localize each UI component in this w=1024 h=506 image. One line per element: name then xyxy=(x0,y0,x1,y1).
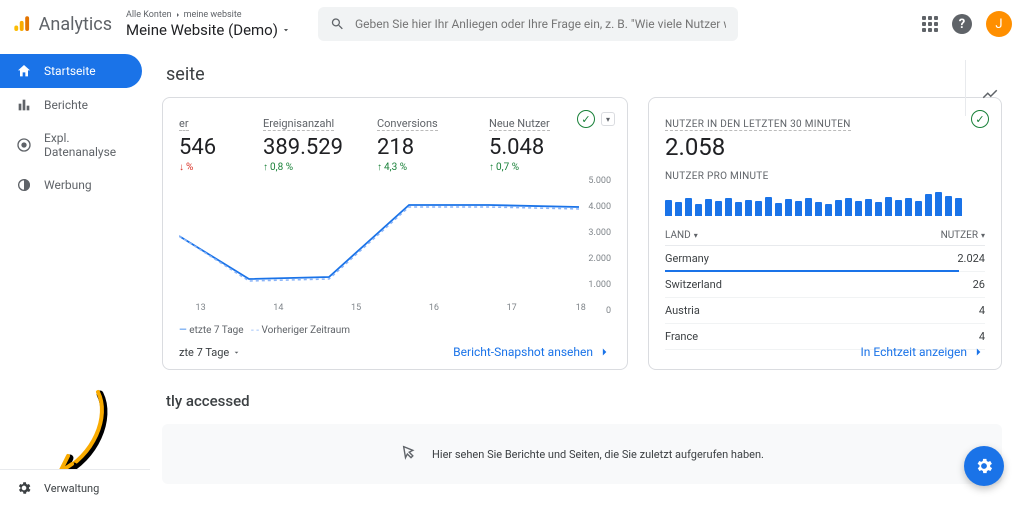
metric-events[interactable]: Ereignisanzahl 389.529 ↑0,8 % xyxy=(263,112,343,173)
realtime-users-value: 2.058 xyxy=(665,133,985,161)
search-input[interactable] xyxy=(355,17,726,31)
sidebar-item-explore[interactable]: Expl. Datenanalyse xyxy=(0,122,142,168)
product-name: Analytics xyxy=(39,14,112,35)
sidebar-item-label: Expl. Datenanalyse xyxy=(44,131,126,159)
table-row[interactable]: Switzerland26 xyxy=(665,272,985,298)
table-row[interactable]: Germany2.024 xyxy=(665,246,985,272)
gear-sparkle-icon xyxy=(974,456,994,476)
realtime-table-header: LAND ▾ NUTZER ▾ xyxy=(665,230,985,246)
megaphone-icon xyxy=(16,177,32,193)
sidebar-item-label: Startseite xyxy=(44,64,96,78)
recently-accessed-title: tly accessed xyxy=(166,392,1002,410)
page-title: seite xyxy=(166,64,1002,85)
search-icon xyxy=(330,16,345,32)
insights-fab[interactable] xyxy=(964,446,1004,486)
overview-card: ✓ ▾ er 546 ↓% Ereignisanzahl 389.529 ↑0,… xyxy=(162,97,628,370)
col-users[interactable]: NUTZER ▾ xyxy=(941,230,985,241)
sidebar-item-advertising[interactable]: Werbung xyxy=(0,168,142,202)
check-icon: ✓ xyxy=(971,110,989,128)
recently-accessed-empty: Hier sehen Sie Berichte und Seiten, die … xyxy=(162,424,1002,484)
chevron-down-icon xyxy=(232,348,241,357)
view-realtime-link[interactable]: In Echtzeit anzeigen xyxy=(861,345,985,359)
metric-users[interactable]: er 546 ↓% xyxy=(179,112,229,173)
sidebar-item-label: Werbung xyxy=(44,178,92,192)
sidebar-item-label: Verwaltung xyxy=(44,482,99,495)
metric-new-users[interactable]: Neue Nutzer 5.048 ↑0,7 % xyxy=(489,112,567,173)
arrow-right-icon xyxy=(971,345,985,359)
arrow-right-icon xyxy=(597,345,611,359)
gear-icon xyxy=(16,480,32,496)
analytics-logo-icon xyxy=(12,13,31,35)
realtime-permin-label: NUTZER PRO MINUTE xyxy=(665,171,985,182)
explore-icon xyxy=(16,137,32,153)
sidebar-item-admin[interactable]: Verwaltung xyxy=(0,469,150,506)
check-icon: ✓ xyxy=(577,110,595,128)
sidebar: Startseite Berichte Expl. Datenanalyse W… xyxy=(0,54,148,202)
sparkline-icon xyxy=(981,85,999,103)
metric-conversions[interactable]: Conversions 218 ↑4,3 % xyxy=(377,112,455,173)
chevron-down-icon xyxy=(281,25,291,35)
product-logo[interactable]: Analytics xyxy=(12,13,112,35)
home-icon xyxy=(16,63,32,79)
cursor-click-icon xyxy=(400,443,422,465)
view-snapshot-link[interactable]: Bericht-Snapshot ansehen xyxy=(453,345,611,359)
card-menu-button[interactable]: ▾ xyxy=(601,112,615,126)
insights-toggle[interactable] xyxy=(978,82,1002,106)
apps-icon[interactable] xyxy=(922,16,938,32)
sidebar-item-reports[interactable]: Berichte xyxy=(0,88,142,122)
main-content: seite ✓ ▾ er 546 ↓% Ereignisanzahl 389.5… xyxy=(148,54,1024,506)
help-icon[interactable]: ? xyxy=(952,14,972,34)
bar-chart-icon xyxy=(16,97,32,113)
sidebar-item-label: Berichte xyxy=(44,98,88,112)
search-bar[interactable] xyxy=(318,7,738,41)
breadcrumb: Alle Konten meine website xyxy=(126,10,296,20)
line-chart: 5.000 4.000 3.000 2.000 1.000 0 13 14 15… xyxy=(179,181,611,311)
property-picker[interactable]: Alle Konten meine website Meine Website … xyxy=(126,10,296,39)
table-row[interactable]: Austria4 xyxy=(665,298,985,324)
avatar[interactable]: J xyxy=(986,11,1012,37)
realtime-card: ✓ NUTZER IN DEN LETZTEN 30 MINUTEN 2.058… xyxy=(648,97,1002,370)
sidebar-item-home[interactable]: Startseite xyxy=(0,54,142,88)
header: Analytics Alle Konten meine website Mein… xyxy=(0,0,1024,48)
per-minute-bar-chart xyxy=(665,188,985,216)
realtime-users-label: NUTZER IN DEN LETZTEN 30 MINUTEN xyxy=(665,119,851,131)
col-country[interactable]: LAND ▾ xyxy=(665,230,698,241)
chart-legend: — etzte 7 Tage - - Vorheriger Zeitraum xyxy=(179,325,611,336)
